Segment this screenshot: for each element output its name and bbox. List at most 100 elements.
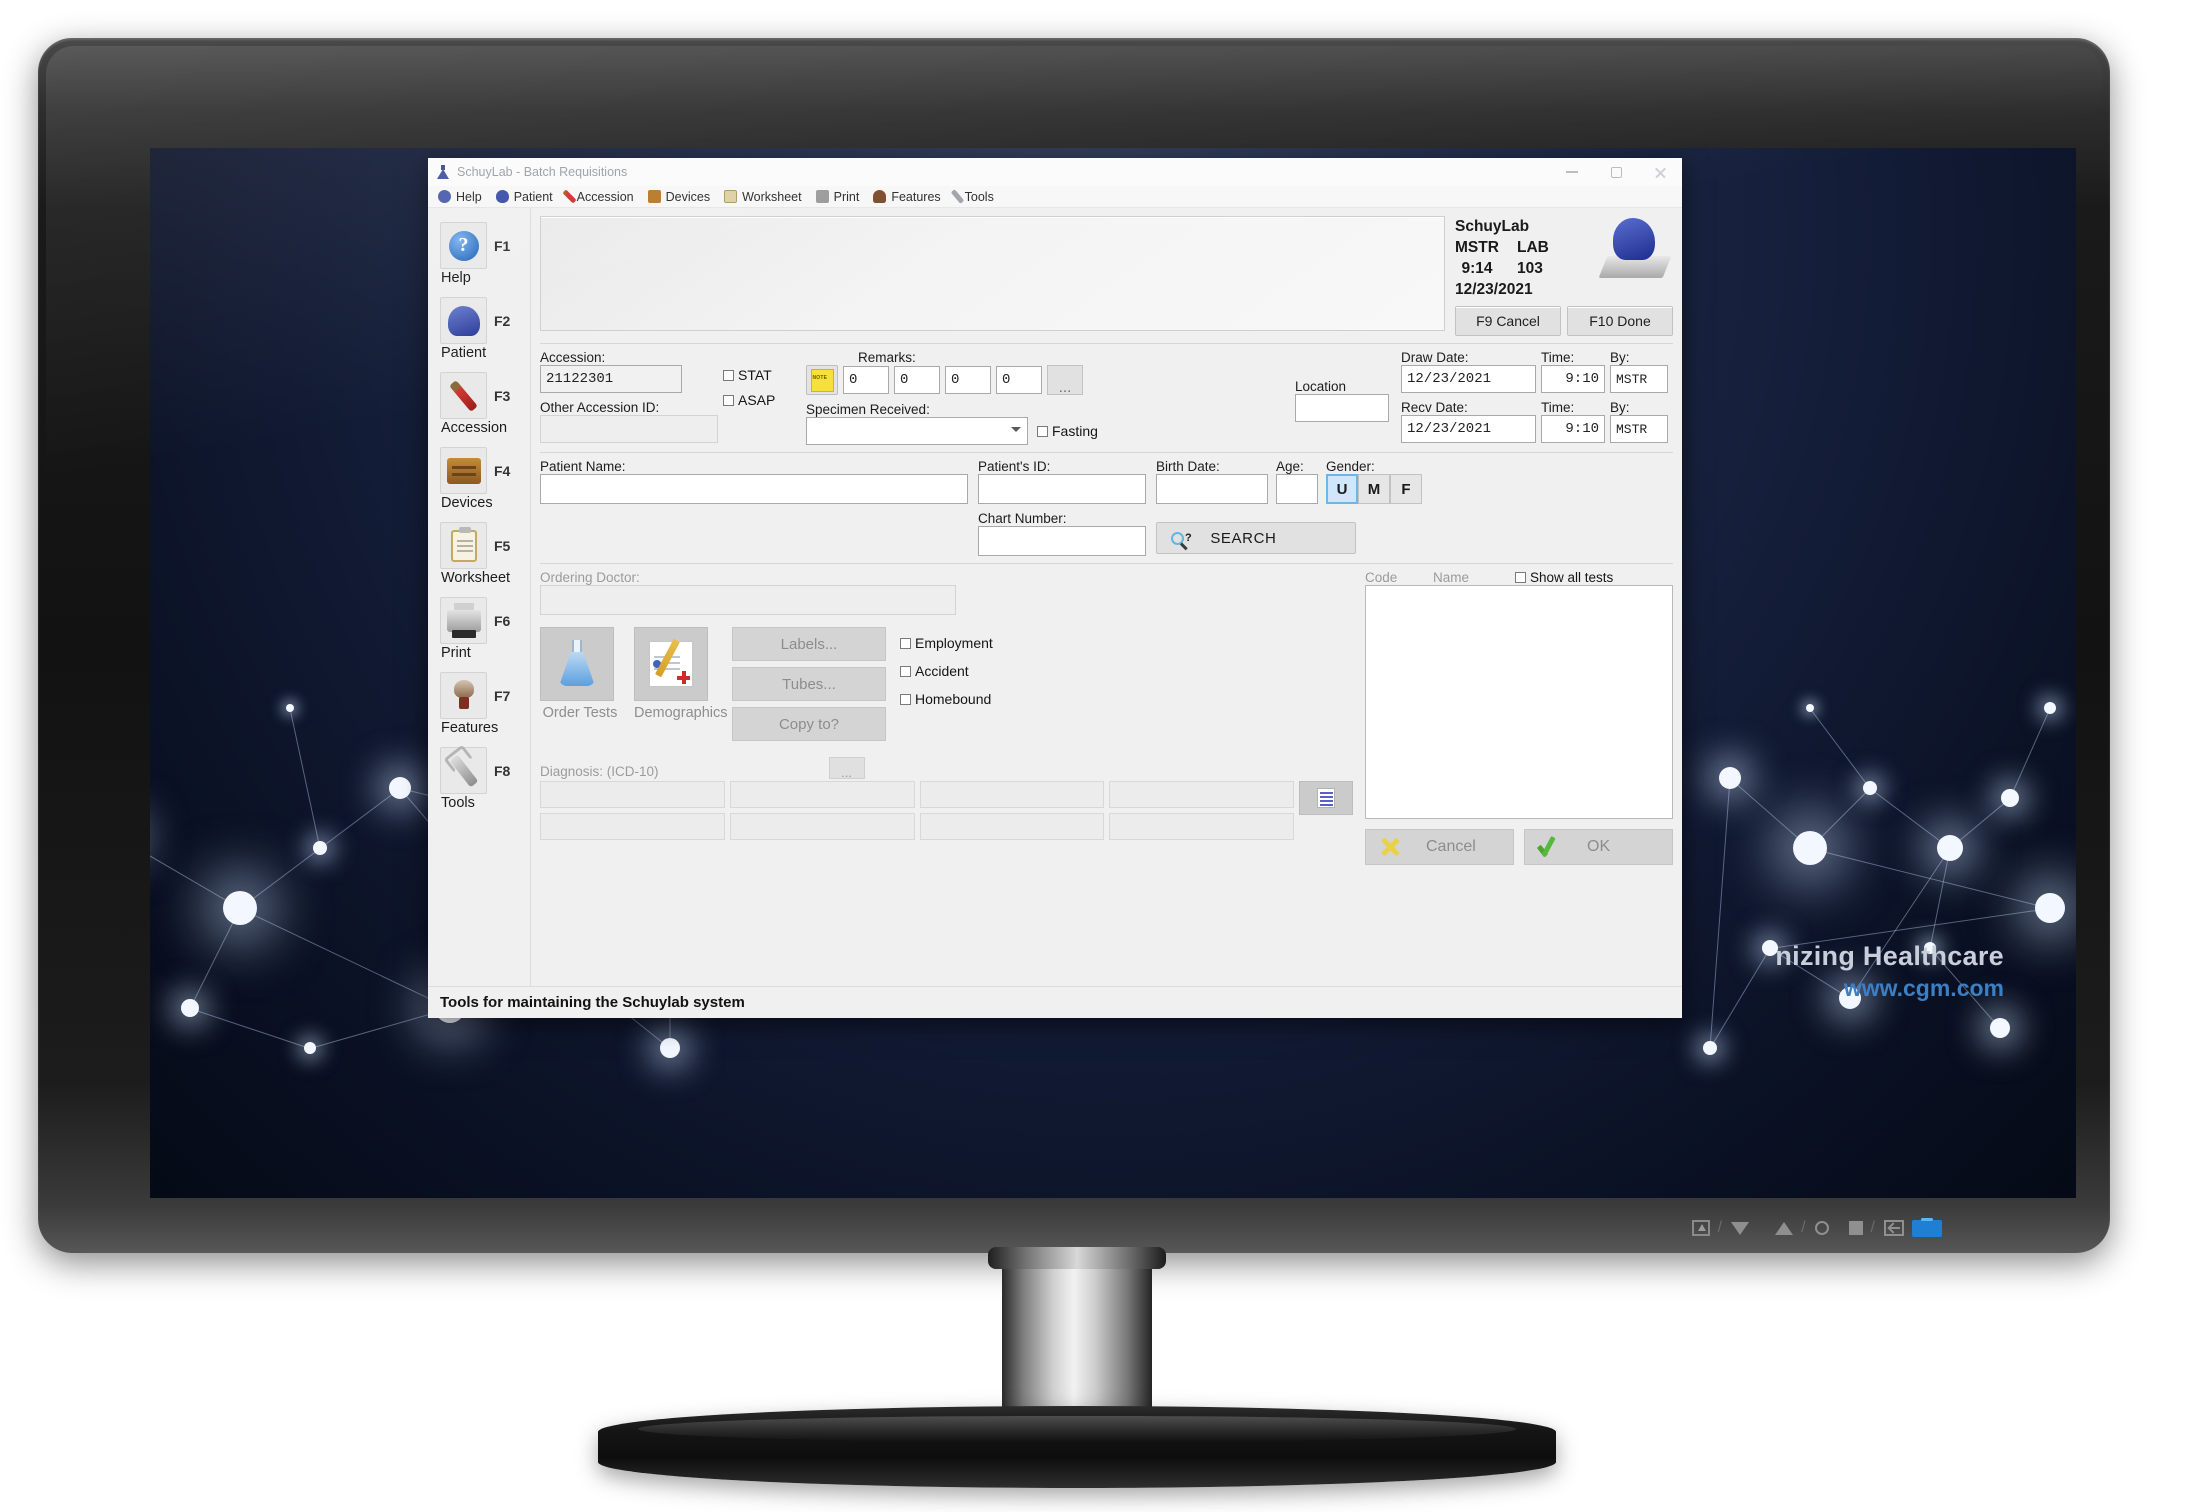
recv-date-field[interactable]: 12/23/2021 — [1401, 415, 1536, 443]
homebound-checkbox[interactable]: Homebound — [900, 691, 993, 707]
sidebar-item-print[interactable]: F6 Print — [428, 597, 530, 661]
remarks-note-button[interactable] — [806, 365, 838, 395]
remark-field-4[interactable]: 0 — [996, 366, 1042, 394]
diagnosis-list-button[interactable] — [1299, 781, 1353, 815]
search-label: SEARCH — [1210, 529, 1277, 547]
location-field[interactable] — [1295, 394, 1389, 422]
diagnosis-cell-2-4[interactable] — [1109, 813, 1294, 840]
sidebar-item-accession[interactable]: F3 Accession — [428, 372, 530, 436]
stat-checkbox[interactable]: STAT — [723, 367, 806, 383]
monitor-scene: nizing Healthcare www.cgm.com SchuyLab -… — [0, 0, 2192, 1512]
sidebar-button-f4[interactable] — [440, 447, 487, 494]
menu-tools[interactable]: Tools — [950, 189, 1004, 204]
diagnosis-cell-2-2[interactable] — [729, 813, 915, 840]
menu-devices-label: Devices — [665, 189, 711, 204]
asap-checkbox[interactable]: ASAP — [723, 392, 806, 408]
sidebar-button-f3[interactable] — [440, 372, 487, 419]
diagnosis-cell-1-2[interactable] — [729, 781, 915, 808]
draw-by-field[interactable]: MSTR — [1610, 365, 1668, 393]
close-button[interactable] — [1638, 158, 1682, 186]
sidebar-button-f1[interactable]: ? — [440, 222, 487, 269]
up-icon[interactable] — [1775, 1221, 1794, 1235]
sidebar-item-help[interactable]: ? F1 Help — [428, 222, 530, 286]
sidebar-item-devices[interactable]: F4 Devices — [428, 447, 530, 511]
chart-number-field[interactable] — [978, 526, 1146, 556]
remark-field-3[interactable]: 0 — [945, 366, 991, 394]
remark-field-1[interactable]: 0 — [843, 366, 889, 394]
birth-date-field[interactable] — [1156, 474, 1268, 504]
diagnosis-cell-2-3[interactable] — [919, 813, 1105, 840]
sidebar-button-f8[interactable] — [440, 747, 487, 794]
other-accession-field[interactable] — [540, 415, 718, 443]
menu-print[interactable]: Print — [812, 190, 870, 204]
menu-worksheet[interactable]: Worksheet — [720, 190, 812, 204]
maximize-button[interactable] — [1594, 158, 1638, 186]
message-panel — [540, 216, 1445, 331]
patient-name-label: Patient Name: — [540, 459, 626, 474]
down-icon[interactable] — [1731, 1221, 1750, 1235]
f9-cancel-button[interactable]: F9 Cancel — [1455, 306, 1561, 336]
patient-id-field[interactable] — [978, 474, 1146, 504]
tests-listbox[interactable] — [1365, 585, 1673, 819]
specimen-received-select[interactable] — [806, 417, 1028, 445]
remark-field-2[interactable]: 0 — [894, 366, 940, 394]
f10-done-button[interactable]: F10 Done — [1567, 306, 1673, 336]
copy-to-button[interactable]: Copy to? — [732, 707, 886, 741]
sidebar-button-f6[interactable] — [440, 597, 487, 644]
sidebar-item-worksheet[interactable]: F5 Worksheet — [428, 522, 530, 586]
age-field[interactable] — [1276, 474, 1318, 504]
minimize-button[interactable] — [1550, 158, 1594, 186]
status-text: Tools for maintaining the Schuylab syste… — [440, 994, 745, 1011]
sidebar-item-features[interactable]: F7 Features — [428, 672, 530, 736]
tubes-button[interactable]: Tubes... — [732, 667, 886, 701]
menu-features-label: Features — [891, 189, 941, 204]
sidebar-button-f5[interactable] — [440, 522, 487, 569]
test-tube-icon — [449, 379, 478, 412]
cancel-button[interactable]: Cancel — [1365, 829, 1514, 865]
diagnosis-cell-1-4[interactable] — [1109, 781, 1294, 808]
accession-field[interactable]: 21122301 — [540, 365, 682, 393]
draw-date-field[interactable]: 12/23/2021 — [1401, 365, 1536, 393]
show-all-tests-checkbox[interactable]: Show all tests — [1515, 570, 1613, 585]
menu-icon[interactable] — [1848, 1221, 1863, 1235]
gender-option-m[interactable]: M — [1358, 474, 1390, 504]
power-icon[interactable] — [1912, 1217, 1942, 1237]
order-tests-button[interactable] — [540, 627, 614, 701]
draw-time-field[interactable]: 9:10 — [1541, 365, 1605, 393]
recv-by-field[interactable]: MSTR — [1610, 415, 1668, 443]
diagnosis-cell-1-1[interactable] — [540, 781, 725, 808]
gender-option-u[interactable]: U — [1326, 474, 1358, 504]
diagnosis-more-button[interactable]: ... — [828, 757, 865, 779]
menu-devices[interactable]: Devices — [644, 190, 720, 204]
back-icon[interactable] — [1884, 1220, 1904, 1236]
ok-button[interactable]: OK — [1524, 829, 1673, 865]
menu-patient[interactable]: Patient — [492, 190, 563, 204]
diagnosis-cell-1-3[interactable] — [919, 781, 1105, 808]
sidebar-item-patient[interactable]: F2 Patient — [428, 297, 530, 361]
employment-checkbox[interactable]: Employment — [900, 635, 993, 651]
fasting-checkbox[interactable]: Fasting — [1037, 423, 1098, 439]
patient-name-field[interactable] — [540, 474, 968, 504]
clipboard-icon — [724, 190, 738, 203]
window-titlebar[interactable]: SchuyLab - Batch Requisitions — [428, 158, 1682, 186]
diagnosis-cell-2-1[interactable] — [540, 813, 725, 840]
sidebar-item-tools[interactable]: F8 Tools — [428, 747, 530, 811]
labels-button[interactable]: Labels... — [732, 627, 886, 661]
gender-option-f[interactable]: F — [1390, 474, 1422, 504]
sidebar-button-f7[interactable] — [440, 672, 487, 719]
brightness-icon[interactable] — [1814, 1221, 1829, 1235]
tests-name-header: Name — [1433, 570, 1470, 585]
sidebar-button-f2[interactable] — [440, 297, 487, 344]
menu-help[interactable]: Help — [434, 190, 492, 204]
input-icon[interactable] — [1691, 1220, 1710, 1236]
recv-time-field[interactable]: 9:10 — [1541, 415, 1605, 443]
search-button[interactable]: ? SEARCH — [1156, 522, 1356, 554]
divider-1 — [540, 343, 1673, 344]
remarks-more-button[interactable]: ... — [1047, 365, 1083, 395]
demographics-button[interactable] — [634, 627, 708, 701]
menu-accession[interactable]: Accession — [562, 189, 644, 204]
ordering-doctor-field[interactable] — [540, 585, 956, 615]
accident-checkbox[interactable]: Accident — [900, 663, 993, 679]
menu-features[interactable]: Features — [869, 190, 950, 204]
recv-time-label: Time: — [1541, 400, 1575, 415]
